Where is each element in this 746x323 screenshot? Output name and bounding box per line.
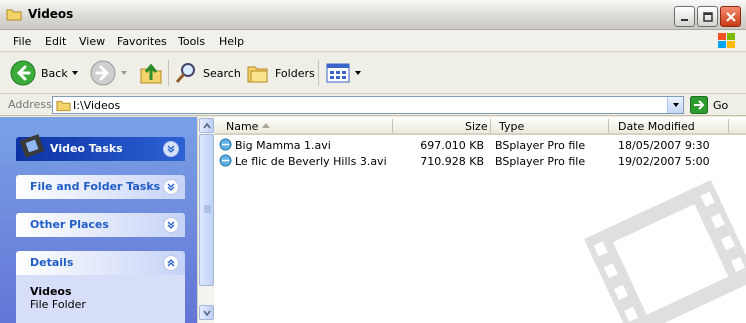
chevron-down-icon <box>72 71 78 75</box>
forward-arrow-icon <box>90 60 116 86</box>
details-folder-type: File Folder <box>30 298 86 311</box>
chevron-down-icon <box>121 71 127 75</box>
toolbar-separator <box>318 60 319 86</box>
address-input[interactable]: I:\Videos <box>52 96 684 114</box>
address-path: I:\Videos <box>73 99 121 112</box>
column-divider[interactable] <box>608 119 609 133</box>
file-folder-tasks-title: File and Folder Tasks <box>30 180 161 193</box>
back-button[interactable]: Back <box>10 58 68 88</box>
title-bar: Videos <box>0 0 746 30</box>
views-icon <box>326 63 350 83</box>
file-row[interactable]: Le flic de Beverly Hills 3.avi 710.928 K… <box>214 153 746 169</box>
folder-icon <box>56 100 71 112</box>
menu-bar: File Edit View Favorites Tools Help <box>0 30 746 52</box>
scroll-down-button[interactable] <box>199 305 214 320</box>
column-headers: Name Size Type Date Modified <box>214 117 746 135</box>
search-label: Search <box>203 66 241 80</box>
details-title: Details <box>30 256 74 269</box>
menu-file[interactable]: File <box>13 35 31 48</box>
menu-view[interactable]: View <box>79 35 105 48</box>
column-type[interactable]: Type <box>499 120 524 133</box>
chevron-down-icon <box>672 103 679 107</box>
file-row[interactable]: Big Mamma 1.avi 697.010 KB BSplayer Pro … <box>214 137 746 153</box>
file-list: Name Size Type Date Modified Big Mamma 1… <box>214 117 746 323</box>
menu-favorites[interactable]: Favorites <box>117 35 167 48</box>
column-name[interactable]: Name <box>226 120 258 133</box>
avi-file-icon <box>219 138 232 151</box>
folders-button[interactable]: Folders <box>246 58 315 88</box>
folder-up-icon <box>140 63 162 84</box>
column-size[interactable]: Size <box>465 120 488 133</box>
folders-icon <box>247 66 268 83</box>
toolbar: Back Search Folders <box>0 52 746 94</box>
column-divider[interactable] <box>490 119 491 133</box>
chevron-down-icon <box>355 71 361 75</box>
forward-dropdown[interactable] <box>121 58 127 88</box>
go-arrow-icon <box>690 96 708 114</box>
maximize-icon <box>702 11 713 22</box>
file-name: Big Mamma 1.avi <box>235 139 331 152</box>
up-button[interactable] <box>138 58 164 88</box>
address-bar: Address I:\Videos Go <box>0 94 746 116</box>
other-places-header[interactable]: Other Places <box>16 213 185 237</box>
avi-file-icon <box>219 154 232 167</box>
menu-help[interactable]: Help <box>219 35 244 48</box>
file-type: BSplayer Pro file <box>495 139 586 152</box>
address-dropdown-button[interactable] <box>667 97 683 113</box>
grip-icon <box>204 205 211 213</box>
expand-chevron-icon[interactable] <box>163 141 179 157</box>
file-date: 18/05/2007 9:30 <box>618 139 710 152</box>
task-pane: Video Tasks File and Folder Tasks Other … <box>0 117 197 323</box>
scroll-up-button[interactable] <box>199 118 214 133</box>
column-divider[interactable] <box>728 119 729 133</box>
back-dropdown[interactable] <box>72 58 78 88</box>
file-date: 19/02/2007 5:00 <box>618 155 710 168</box>
menu-edit[interactable]: Edit <box>45 35 66 48</box>
details-folder-name: Videos <box>30 285 72 298</box>
folder-icon <box>6 9 22 21</box>
search-button[interactable]: Search <box>174 58 241 88</box>
go-button[interactable]: Go <box>690 96 728 114</box>
windows-logo-icon <box>718 33 735 48</box>
address-label: Address <box>8 98 52 111</box>
minimize-icon <box>680 18 688 21</box>
close-button[interactable] <box>720 6 741 27</box>
window-title: Videos <box>28 7 74 21</box>
back-arrow-icon <box>10 60 36 86</box>
menu-tools[interactable]: Tools <box>178 35 205 48</box>
maximize-button[interactable] <box>697 6 718 27</box>
chevron-up-icon <box>202 122 211 128</box>
chevron-down-icon <box>202 310 211 316</box>
task-pane-scrollbar[interactable] <box>197 117 214 323</box>
video-tasks-title: Video Tasks <box>50 142 123 155</box>
details-header[interactable]: Details <box>16 251 185 275</box>
column-date-modified[interactable]: Date Modified <box>618 120 695 133</box>
search-icon <box>175 63 195 83</box>
scroll-thumb[interactable] <box>199 134 214 286</box>
film-strip-icon <box>19 134 45 158</box>
file-name: Le flic de Beverly Hills 3.avi <box>235 155 387 168</box>
toolbar-separator <box>168 60 169 86</box>
close-icon <box>725 11 736 22</box>
expand-chevron-icon[interactable] <box>163 179 179 195</box>
sort-ascending-icon <box>262 123 270 128</box>
go-label: Go <box>713 98 729 112</box>
folders-label: Folders <box>275 66 315 80</box>
video-tasks-header[interactable]: Video Tasks <box>16 134 185 161</box>
minimize-button[interactable] <box>674 6 695 27</box>
forward-button[interactable] <box>90 58 116 88</box>
expand-chevron-icon[interactable] <box>163 217 179 233</box>
film-strip-watermark-icon <box>583 179 746 323</box>
other-places-title: Other Places <box>30 218 109 231</box>
back-label: Back <box>41 66 68 80</box>
views-button[interactable] <box>326 58 361 88</box>
collapse-chevron-icon[interactable] <box>163 255 179 271</box>
file-type: BSplayer Pro file <box>495 155 586 168</box>
file-size: 710.928 KB <box>420 155 484 168</box>
column-divider[interactable] <box>392 119 393 133</box>
file-size: 697.010 KB <box>420 139 484 152</box>
file-folder-tasks-header[interactable]: File and Folder Tasks <box>16 175 185 199</box>
